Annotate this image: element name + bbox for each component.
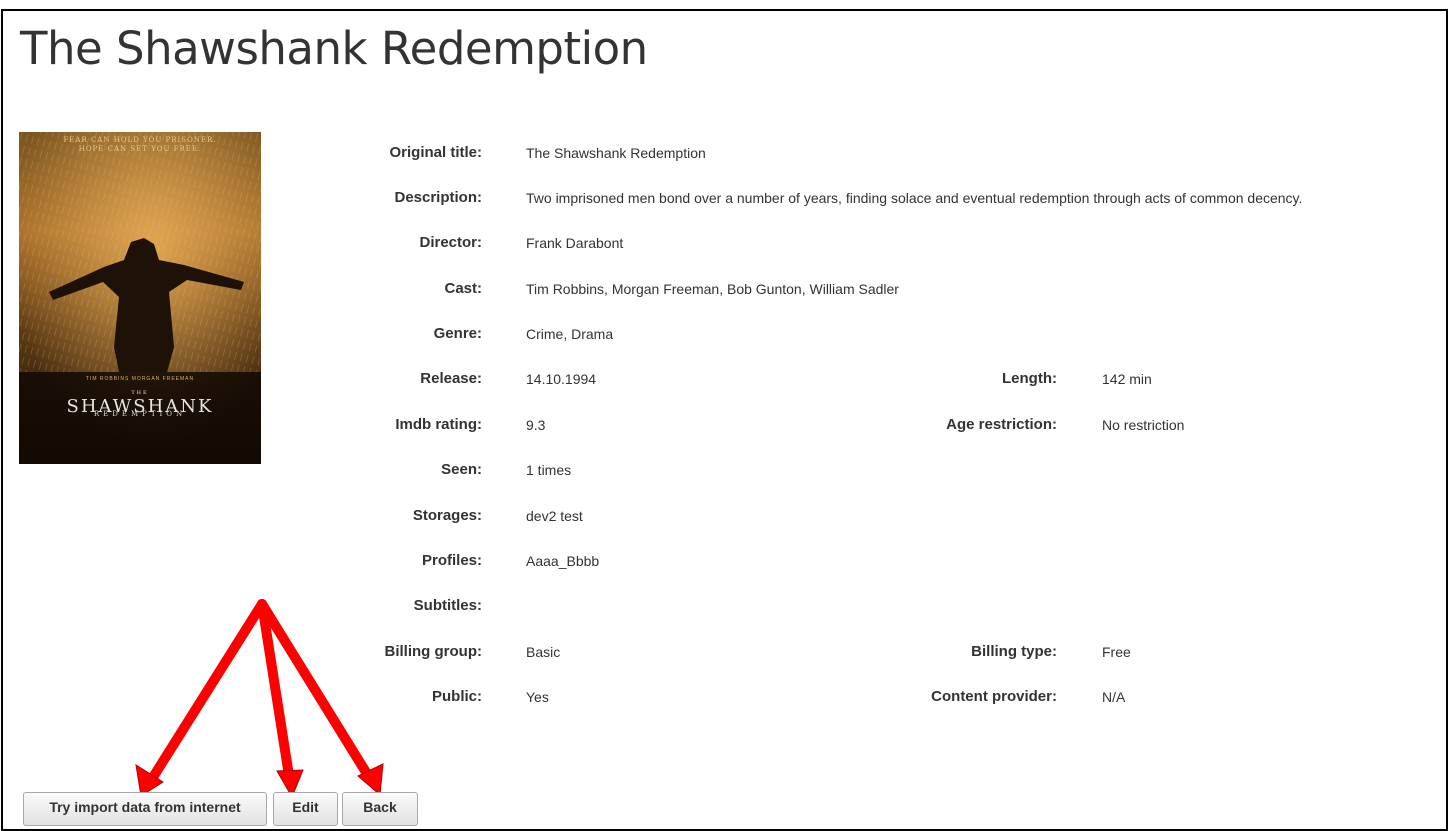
release-label: Release: <box>420 370 482 387</box>
content-provider-value: N/A <box>1102 689 1126 705</box>
poster-subtitle: REDEMPTION <box>93 410 187 418</box>
edit-button[interactable]: Edit <box>273 792 338 826</box>
cast-value: Tim Robbins, Morgan Freeman, Bob Gunton,… <box>526 281 899 297</box>
content-provider-label: Content provider: <box>931 688 1057 705</box>
storages-label: Storages: <box>412 507 482 524</box>
director-value: Frank Darabont <box>526 235 624 251</box>
length-label: Length: <box>1002 370 1057 387</box>
age-restriction-value: No restriction <box>1102 417 1185 433</box>
original-title-value: The Shawshank Redemption <box>526 145 706 161</box>
director-label: Director: <box>419 234 482 251</box>
poster-tagline-line1: FEAR CAN HOLD YOU PRISONER. <box>63 136 217 144</box>
billing-type-label: Billing type: <box>971 643 1057 660</box>
public-label: Public: <box>431 688 482 705</box>
storages-value: dev2 test <box>526 508 583 524</box>
description-label: Description: <box>394 189 482 206</box>
imdb-rating-label: Imdb rating: <box>395 416 482 433</box>
billing-type-value: Free <box>1102 644 1131 660</box>
billing-group-label: Billing group: <box>384 643 482 660</box>
subtitles-label: Subtitles: <box>413 597 482 614</box>
genre-value: Crime, Drama <box>526 326 614 342</box>
seen-label: Seen: <box>441 461 482 478</box>
import-data-button[interactable]: Try import data from internet <box>23 792 267 826</box>
original-title-label: Original title: <box>389 144 482 161</box>
cast-label: Cast: <box>444 280 482 297</box>
movie-poster: FEAR CAN HOLD YOU PRISONER. HOPE CAN SET… <box>19 132 261 464</box>
seen-value: 1 times <box>526 462 572 478</box>
billing-group-value: Basic <box>526 644 561 660</box>
public-value: Yes <box>526 689 549 705</box>
release-value: 14.10.1994 <box>526 371 597 387</box>
profiles-label: Profiles: <box>421 552 482 569</box>
poster-tagline: FEAR CAN HOLD YOU PRISONER. HOPE CAN SET… <box>19 136 261 154</box>
poster-cast: TIM ROBBINS MORGAN FREEMAN <box>85 376 195 382</box>
poster-tagline-line2: HOPE CAN SET YOU FREE. <box>78 145 202 153</box>
genre-label: Genre: <box>433 325 482 342</box>
imdb-rating-value: 9.3 <box>526 417 546 433</box>
back-button[interactable]: Back <box>342 792 418 826</box>
page-title: The Shawshank Redemption <box>20 22 648 75</box>
age-restriction-label: Age restriction: <box>946 416 1057 433</box>
description-value: Two imprisoned men bond over a number of… <box>526 190 1303 206</box>
profiles-value: Aaaa_Bbbb <box>526 553 600 569</box>
length-value: 142 min <box>1102 371 1152 387</box>
